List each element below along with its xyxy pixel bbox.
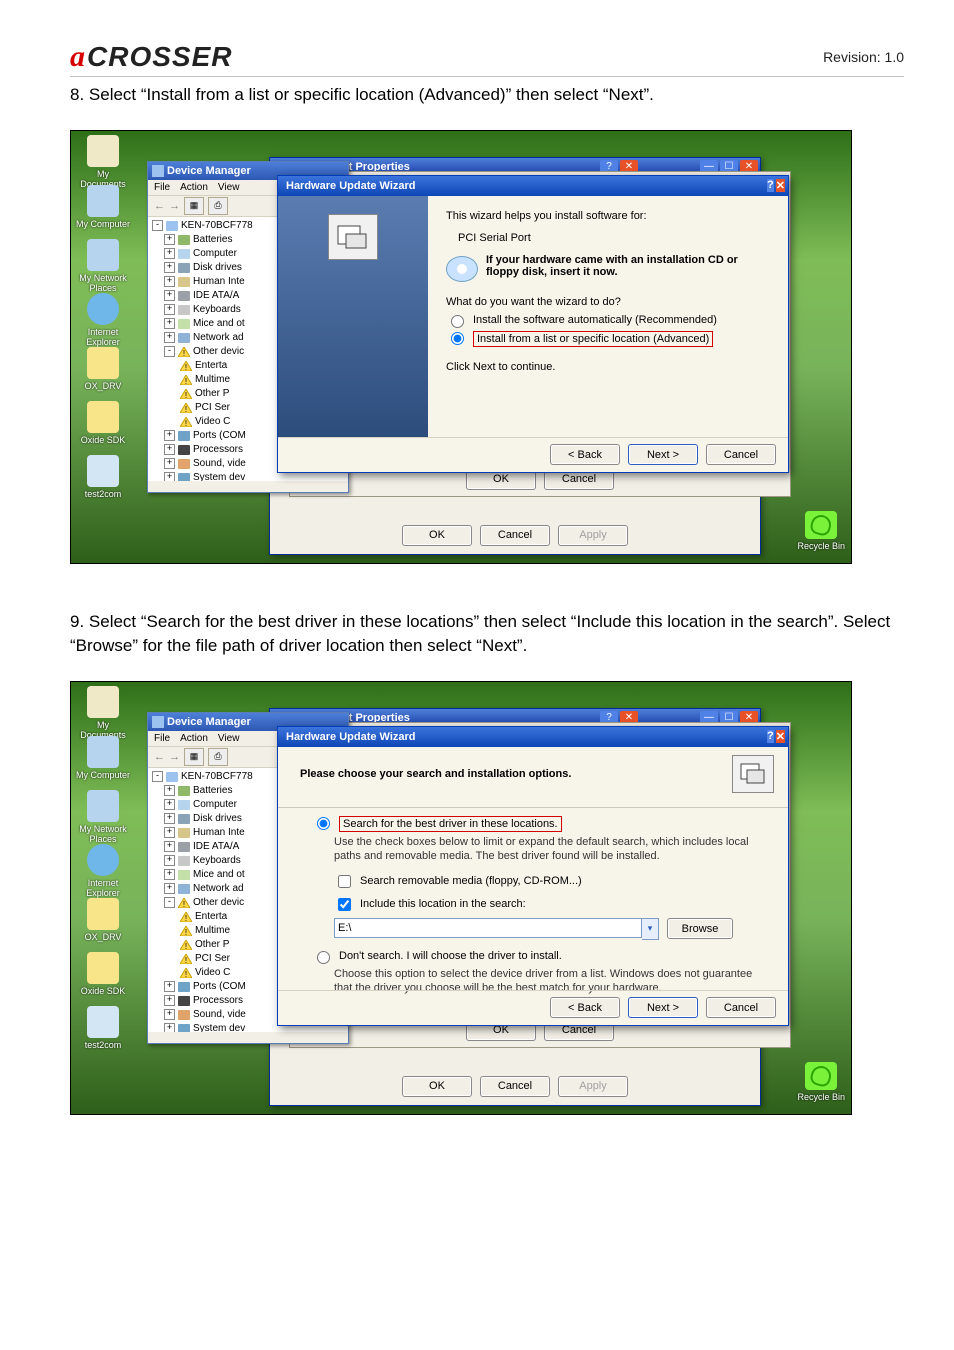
apply-button: Apply (558, 525, 628, 546)
wizard-question: What do you want the wizard to do? (446, 296, 770, 308)
wizard-intro: This wizard helps you install software f… (446, 210, 770, 222)
screenshot-2: My Documents My Computer My Network Plac… (70, 681, 852, 1115)
cd-hint: If your hardware came with an installati… (486, 254, 770, 278)
help-icon[interactable]: ? (767, 730, 774, 743)
continue-text: Click Next to continue. (446, 361, 770, 373)
cancel-button[interactable]: Cancel (706, 444, 776, 465)
desktop-icon-test2com[interactable]: test2com (73, 1006, 133, 1050)
radio-dont-search[interactable]: Don't search. I will choose the driver t… (312, 950, 762, 964)
desktop-icon-oxdrv[interactable]: OX_DRV (73, 898, 133, 942)
prop-icon[interactable]: ▦ (184, 197, 204, 215)
svg-text:!: ! (183, 349, 185, 357)
desktop-icon-test2com[interactable]: test2com (73, 455, 133, 499)
desktop-icon-network[interactable]: My Network Places (73, 239, 133, 293)
cancel-button[interactable]: Cancel (480, 1076, 550, 1097)
desktop-icon-documents[interactable]: My Documents (73, 686, 133, 740)
cancel-button[interactable]: Cancel (480, 525, 550, 546)
desktop-icon-documents[interactable]: My Documents (73, 135, 133, 189)
svg-text:!: ! (185, 970, 187, 978)
desktop-icon-network[interactable]: My Network Places (73, 790, 133, 844)
search-help: Use the check boxes below to limit or ex… (334, 835, 762, 864)
svg-text:!: ! (185, 377, 187, 385)
desktop-icon-computer[interactable]: My Computer (73, 185, 133, 229)
next-button[interactable]: Next > (628, 997, 698, 1018)
revision-text: Revision: 1.0 (823, 49, 904, 65)
svg-text:!: ! (185, 391, 187, 399)
cancel-button[interactable]: Cancel (706, 997, 776, 1018)
svg-text:!: ! (185, 956, 187, 964)
wizard-icon (732, 755, 774, 793)
svg-text:!: ! (185, 942, 187, 950)
desktop-icon-ie[interactable]: Internet Explorer (73, 293, 133, 347)
svg-text:!: ! (185, 363, 187, 371)
wizard-title: Hardware Update Wizard (286, 180, 416, 192)
svg-text:!: ! (185, 419, 187, 427)
device-name: PCI Serial Port (458, 232, 770, 244)
desktop-icon-oxdrv[interactable]: OX_DRV (73, 347, 133, 391)
radio-search[interactable]: Search for the best driver in these loca… (312, 816, 762, 832)
scan-icon[interactable]: ⎙ (208, 197, 228, 215)
cd-icon (446, 256, 478, 282)
ok-button[interactable]: OK (402, 525, 472, 546)
wizard-title: Hardware Update Wizard (286, 731, 416, 743)
dropdown-icon[interactable]: ▾ (642, 918, 659, 940)
path-input[interactable] (334, 918, 642, 938)
close-icon[interactable]: ✕ (776, 730, 785, 743)
svg-text:!: ! (185, 914, 187, 922)
help-icon[interactable]: ? (767, 179, 774, 192)
radio-advanced[interactable]: Install from a list or specific location… (446, 331, 770, 347)
back-button[interactable]: < Back (550, 444, 620, 465)
svg-text:!: ! (185, 405, 187, 413)
apply-button: Apply (558, 1076, 628, 1097)
wizard-header: Please choose your search and installati… (300, 768, 571, 780)
ok-button[interactable]: OK (402, 1076, 472, 1097)
close-icon[interactable]: ✕ (776, 179, 785, 192)
chk-include[interactable]: Include this location in the search: (334, 895, 762, 914)
desktop-icon-computer[interactable]: My Computer (73, 736, 133, 780)
hardware-wizard-2: Hardware Update Wizard ?✕ Please choose … (277, 726, 789, 1026)
desktop-icon-ie[interactable]: Internet Explorer (73, 844, 133, 898)
chk-removable[interactable]: Search removable media (floppy, CD-ROM..… (334, 872, 762, 891)
desktop-icon-oxidesdk[interactable]: Oxide SDK (73, 952, 133, 996)
step-9-text: 9. Select “Search for the best driver in… (70, 610, 904, 659)
svg-text:!: ! (183, 900, 185, 908)
next-button[interactable]: Next > (628, 444, 698, 465)
brand-logo: aCROSSER (70, 40, 232, 74)
svg-text:!: ! (185, 928, 187, 936)
screenshot-1: My Documents My Computer My Network Plac… (70, 130, 852, 564)
wizard-icon (328, 214, 378, 260)
radio-auto[interactable]: Install the software automatically (Reco… (446, 314, 770, 328)
desktop-icon-recycle[interactable]: Recycle Bin (797, 511, 845, 551)
browse-button[interactable]: Browse (667, 918, 733, 939)
desktop-icon-recycle[interactable]: Recycle Bin (797, 1062, 845, 1102)
step-8-text: 8. Select “Install from a list or specif… (70, 83, 904, 108)
hardware-wizard-1: Hardware Update Wizard ?✕ This wizard he… (277, 175, 789, 473)
desktop-icon-oxidesdk[interactable]: Oxide SDK (73, 401, 133, 445)
back-button[interactable]: < Back (550, 997, 620, 1018)
